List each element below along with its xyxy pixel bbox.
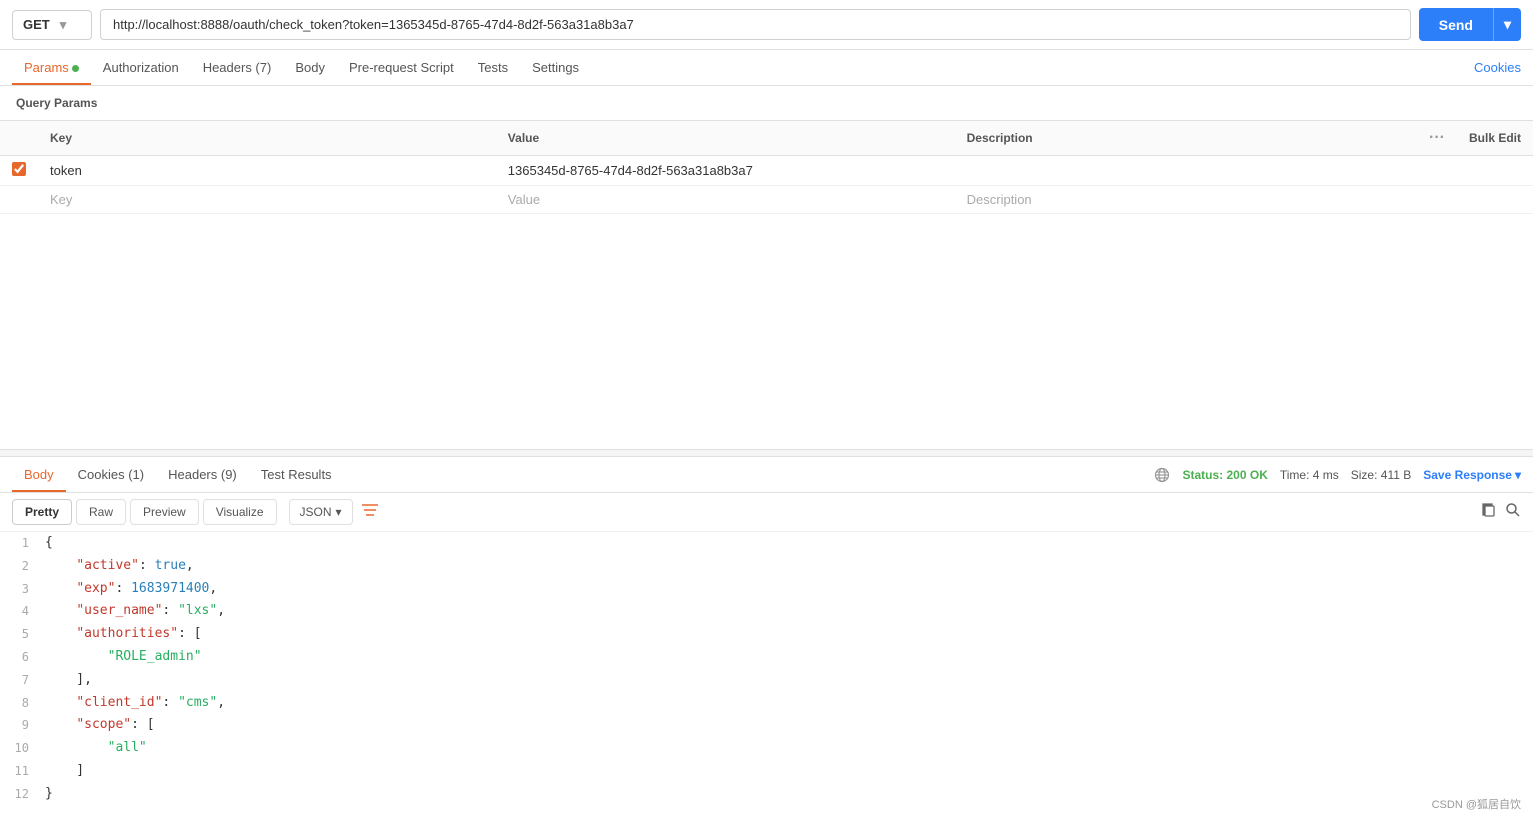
preview-btn[interactable]: Preview — [130, 499, 199, 525]
code-line-1: 1 { — [0, 532, 1533, 555]
pretty-btn[interactable]: Pretty — [12, 499, 72, 525]
response-toolbar: Pretty Raw Preview Visualize JSON ▾ — [0, 493, 1533, 532]
more-options-icon[interactable]: ··· — [1429, 129, 1445, 146]
send-label: Send — [1419, 9, 1493, 41]
method-label: GET — [23, 17, 50, 32]
row-checkbox[interactable] — [12, 162, 26, 176]
code-line-9: 9 "scope": [ — [0, 714, 1533, 737]
code-line-5: 5 "authorities": [ — [0, 623, 1533, 646]
globe-icon — [1154, 467, 1170, 483]
raw-btn[interactable]: Raw — [76, 499, 126, 525]
response-panel: Body Cookies (1) Headers (9) Test Result… — [0, 457, 1533, 820]
search-icon[interactable] — [1505, 502, 1521, 522]
save-response-chevron-icon: ▾ — [1515, 468, 1521, 482]
tab-prerequest[interactable]: Pre-request Script — [337, 50, 466, 85]
url-input[interactable] — [100, 9, 1411, 40]
response-tabs: Body Cookies (1) Headers (9) Test Result… — [0, 457, 1533, 493]
code-line-2: 2 "active": true, — [0, 555, 1533, 578]
panel-divider — [0, 449, 1533, 457]
query-params-title: Query Params — [0, 86, 1533, 120]
visualize-btn[interactable]: Visualize — [203, 499, 277, 525]
table-row — [0, 156, 1533, 186]
format-select[interactable]: JSON ▾ — [289, 499, 353, 525]
method-selector[interactable]: GET ▾ — [12, 10, 92, 40]
code-line-7: 7 ], — [0, 669, 1533, 692]
tab-resp-headers[interactable]: Headers (9) — [156, 457, 249, 492]
tab-headers[interactable]: Headers (7) — [191, 50, 284, 85]
status-size: Size: 411 B — [1351, 468, 1411, 482]
desc-placeholder: Description — [967, 192, 1032, 207]
tab-resp-body[interactable]: Body — [12, 457, 66, 492]
send-arrow-icon[interactable]: ▾ — [1493, 8, 1521, 41]
filter-button[interactable] — [361, 502, 379, 523]
cookies-link[interactable]: Cookies — [1474, 50, 1521, 85]
code-line-12: 12 } — [0, 783, 1533, 806]
copy-icon[interactable] — [1481, 502, 1497, 522]
tab-resp-cookies[interactable]: Cookies (1) — [66, 457, 156, 492]
tab-tests[interactable]: Tests — [466, 50, 520, 85]
tab-body[interactable]: Body — [283, 50, 337, 85]
key-placeholder: Key — [50, 192, 72, 207]
code-line-10: 10 "all" — [0, 737, 1533, 760]
code-area[interactable]: 1 { 2 "active": true, 3 "exp": 168397140… — [0, 532, 1533, 812]
value-placeholder: Value — [508, 192, 540, 207]
watermark: CSDN @狐居自饮 — [1432, 796, 1521, 812]
col-bulk-edit[interactable]: Bulk Edit — [1457, 121, 1533, 156]
status-ok: Status: 200 OK — [1182, 468, 1267, 482]
code-line-3: 3 "exp": 1683971400, — [0, 578, 1533, 601]
col-check — [0, 121, 38, 156]
tab-settings[interactable]: Settings — [520, 50, 591, 85]
tab-authorization[interactable]: Authorization — [91, 50, 191, 85]
status-time: Time: 4 ms — [1280, 468, 1339, 482]
code-line-11: 11 ] — [0, 760, 1533, 783]
col-key-header: Key — [38, 121, 496, 156]
col-desc-header: Description — [955, 121, 1417, 156]
col-value-header: Value — [496, 121, 955, 156]
resp-icons — [1481, 502, 1521, 522]
method-chevron-icon: ▾ — [60, 17, 67, 33]
code-line-6: 6 "ROLE_admin" — [0, 646, 1533, 669]
filter-icon — [361, 502, 379, 518]
code-line-8: 8 "client_id": "cms", — [0, 692, 1533, 715]
params-dot — [72, 65, 79, 72]
tab-resp-test-results[interactable]: Test Results — [249, 457, 344, 492]
format-chevron-icon: ▾ — [336, 505, 342, 519]
status-area: Status: 200 OK Time: 4 ms Size: 411 B Sa… — [1154, 467, 1521, 483]
tab-params[interactable]: Params — [12, 50, 91, 85]
table-row-empty: Key Value Description — [0, 186, 1533, 214]
save-response-button[interactable]: Save Response ▾ — [1423, 468, 1521, 482]
param-desc-input[interactable] — [967, 163, 1405, 178]
code-line-4: 4 "user_name": "lxs", — [0, 600, 1533, 623]
param-key-input[interactable] — [50, 163, 484, 178]
request-section: Query Params Key Value Description ··· B… — [0, 86, 1533, 449]
send-button[interactable]: Send ▾ — [1419, 8, 1521, 41]
param-value-input[interactable] — [508, 163, 943, 178]
col-dots: ··· — [1417, 121, 1457, 156]
params-table: Key Value Description ··· Bulk Edit — [0, 120, 1533, 214]
request-tabs: Params Authorization Headers (7) Body Pr… — [0, 50, 1533, 86]
